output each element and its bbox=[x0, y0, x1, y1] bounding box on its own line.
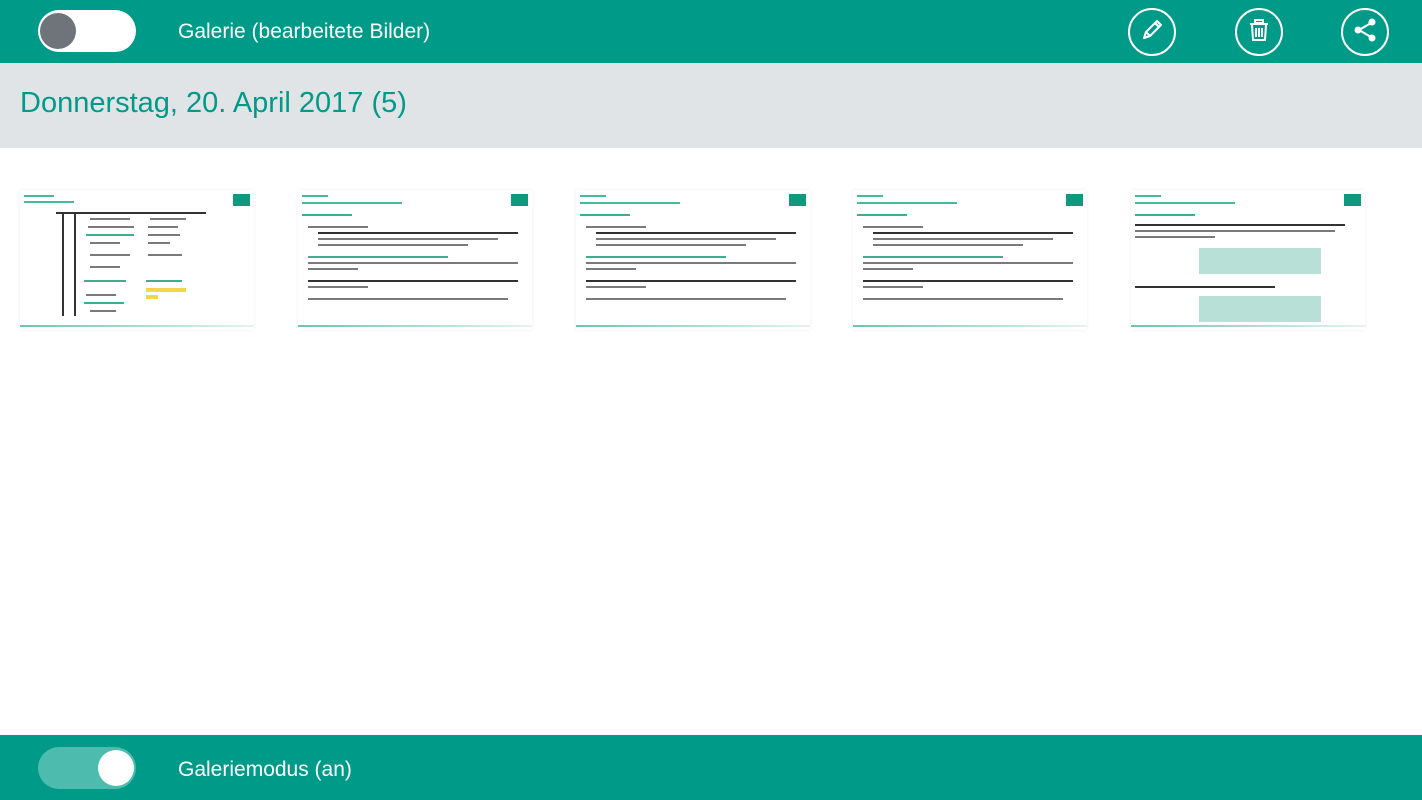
gallery-edited-toggle[interactable] bbox=[38, 10, 136, 52]
toggle-knob bbox=[40, 13, 76, 49]
thumbnail-2[interactable] bbox=[298, 190, 532, 330]
thumbnail-5[interactable] bbox=[1131, 190, 1365, 330]
slide-logo-icon bbox=[1066, 194, 1083, 206]
gallery-mode-toggle[interactable] bbox=[38, 747, 136, 789]
top-bar: Galerie (bearbeitete Bilder) bbox=[0, 0, 1422, 63]
share-button[interactable] bbox=[1341, 8, 1389, 56]
pencil-icon bbox=[1139, 17, 1165, 48]
date-title: Donnerstag, 20. April 2017 (5) bbox=[20, 87, 407, 119]
slide-logo-icon bbox=[1344, 194, 1361, 206]
gallery-title: Galerie (bearbeitete Bilder) bbox=[178, 20, 431, 43]
thumbnail-4[interactable] bbox=[853, 190, 1087, 330]
trash-icon bbox=[1246, 17, 1272, 48]
share-icon bbox=[1351, 16, 1379, 49]
bottom-bar: Galeriemodus (an) bbox=[0, 735, 1422, 800]
slide-logo-icon bbox=[789, 194, 806, 206]
date-section-header: Donnerstag, 20. April 2017 (5) bbox=[0, 63, 1422, 148]
gallery-mode-label: Galeriemodus (an) bbox=[178, 758, 352, 781]
thumbnail-3[interactable] bbox=[576, 190, 810, 330]
thumbnail-1[interactable] bbox=[20, 190, 254, 330]
toggle-knob bbox=[98, 750, 134, 786]
slide-logo-icon bbox=[233, 194, 250, 206]
delete-button[interactable] bbox=[1235, 8, 1283, 56]
edit-button[interactable] bbox=[1128, 8, 1176, 56]
slide-logo-icon bbox=[511, 194, 528, 206]
